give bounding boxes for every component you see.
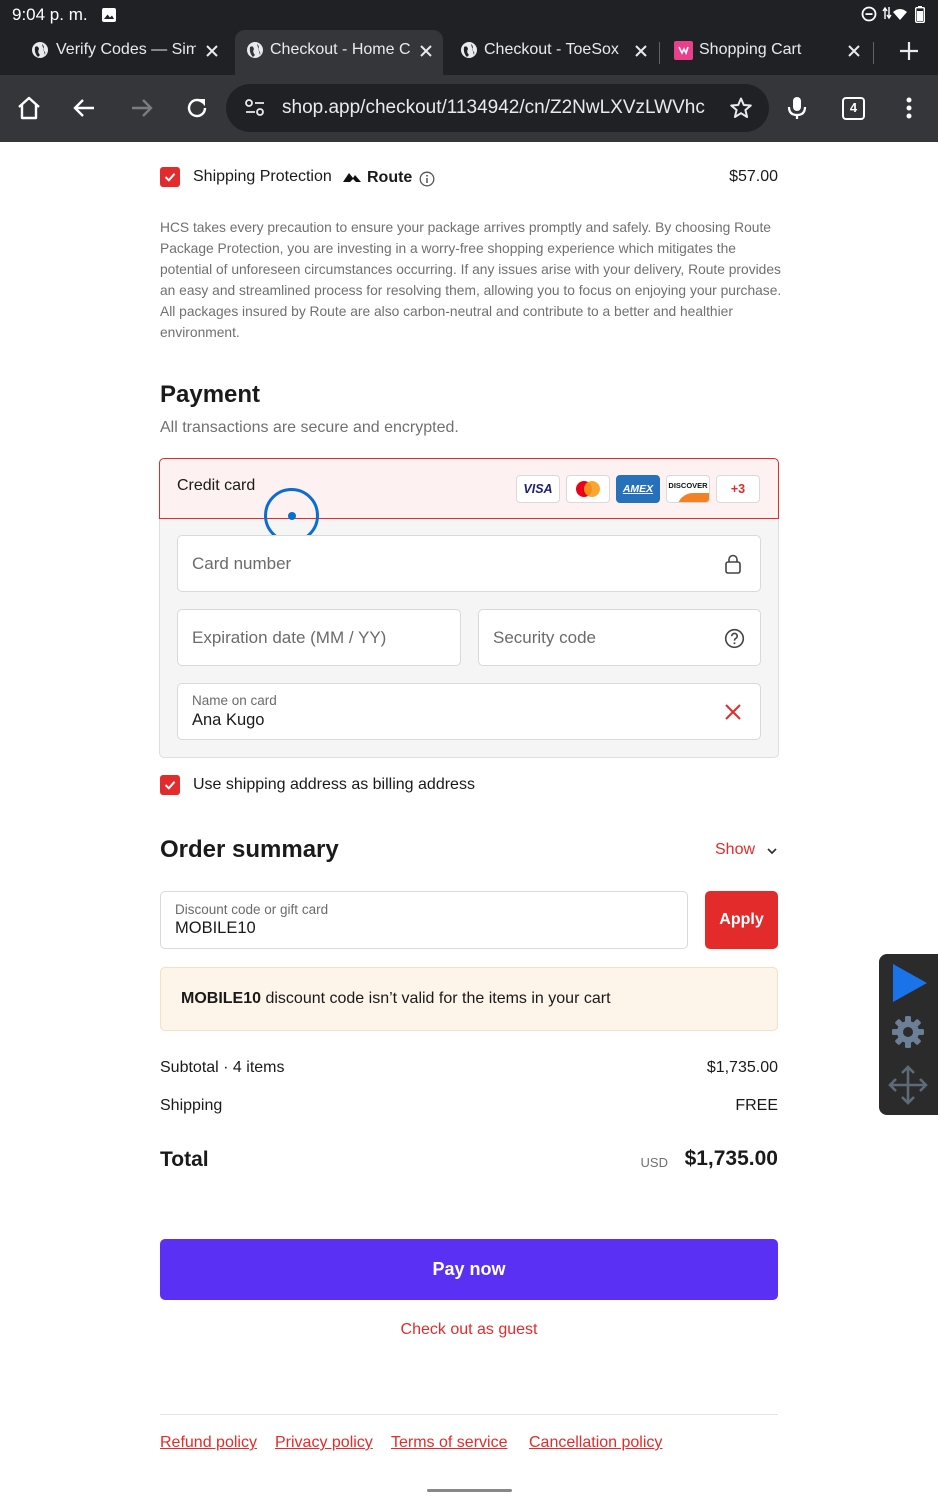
payment-subtitle: All transactions are secure and encrypte… [160, 419, 459, 436]
apply-button[interactable]: Apply [705, 891, 778, 949]
billing-address-label[interactable]: Use shipping address as billing address [193, 776, 475, 794]
shipping-value: FREE [735, 1097, 778, 1114]
tab-strip: Verify Codes — Sim Checkout - Home C Che… [0, 30, 938, 75]
payment-heading: Payment [160, 381, 261, 408]
cancellation-policy-link[interactable]: Cancellation policy [529, 1434, 662, 1452]
mastercard-icon [566, 475, 610, 503]
battery-icon [915, 6, 925, 23]
url-text[interactable]: shop.app/checkout/1134942/cn/Z2NwLXVzLWV… [282, 97, 707, 119]
back-arrow-icon[interactable] [71, 94, 99, 122]
shipping-protection-checkbox[interactable] [160, 167, 180, 187]
tab-count: 4 [849, 100, 858, 115]
tab-separator [659, 42, 660, 64]
globe-icon [247, 42, 263, 58]
shipping-protection-label: Shipping Protection [193, 168, 332, 185]
discover-card-icon: DISCOVER [666, 475, 710, 503]
play-icon[interactable] [889, 962, 929, 1004]
wifi-data-icon [882, 6, 907, 20]
tab-checkout-home[interactable]: Checkout - Home C [235, 30, 443, 75]
checkout-page: Shipping Protection Route $57.00 HCS tak… [0, 142, 938, 1500]
chevron-down-icon [767, 848, 777, 855]
address-bar[interactable]: shop.app/checkout/1134942/cn/Z2NwLXVzLWV… [226, 84, 769, 132]
close-icon[interactable] [629, 39, 653, 63]
show-summary-toggle[interactable]: Show [715, 841, 777, 859]
credit-card-label: Credit card [177, 477, 256, 494]
discount-code-value: MOBILE10 [175, 919, 256, 937]
total-label: Total [160, 1148, 209, 1171]
forward-arrow-icon[interactable] [127, 94, 155, 122]
pay-now-button[interactable]: Pay now [160, 1239, 778, 1300]
home-icon[interactable] [15, 94, 43, 122]
gear-icon[interactable] [890, 1014, 926, 1050]
shipping-protection-description: HCS takes every precaution to ensure you… [160, 220, 782, 340]
error-code: MOBILE10 [181, 990, 262, 1007]
bookmark-star-icon[interactable] [729, 96, 753, 120]
tab-title: Checkout - ToeSox [484, 41, 619, 58]
tab-verify-codes[interactable]: Verify Codes — Sim [22, 30, 232, 75]
tab-separator [873, 42, 874, 64]
shipping-protection-price: $57.00 [729, 168, 778, 185]
move-arrows-icon[interactable] [887, 1064, 929, 1106]
guest-checkout-link[interactable]: Check out as guest [160, 1321, 778, 1339]
close-icon[interactable] [414, 39, 438, 63]
shipping-label: Shipping [160, 1097, 223, 1114]
lock-icon [725, 554, 741, 574]
microphone-icon[interactable] [783, 94, 811, 122]
total-value: $1,735.00 [684, 1147, 778, 1170]
subtotal-label: Subtotal · 4 items [160, 1059, 285, 1076]
status-time: 9:04 p. m. [12, 5, 88, 24]
more-menu-icon[interactable] [895, 94, 923, 122]
info-icon[interactable] [419, 171, 435, 187]
credit-card-option[interactable]: Credit card VISA AMEX DISCOVER +3 [159, 458, 779, 519]
tab-title: Verify Codes — Sim [56, 41, 196, 58]
image-notification-icon [102, 8, 116, 22]
reload-icon[interactable] [183, 94, 211, 122]
route-logo-icon [343, 173, 361, 182]
help-question-icon[interactable] [724, 628, 745, 649]
visa-card-icon: VISA [516, 475, 560, 503]
footer-divider [160, 1414, 778, 1415]
close-icon[interactable] [200, 39, 224, 63]
privacy-policy-link[interactable]: Privacy policy [275, 1434, 373, 1452]
tab-title: Shopping Cart [699, 41, 802, 58]
name-on-card-value: Ana Kugo [192, 711, 265, 729]
globe-icon [461, 42, 477, 58]
globe-icon [32, 42, 48, 58]
tab-checkout-toesox[interactable]: Checkout - ToeSox [450, 30, 660, 75]
status-bar: 9:04 p. m. [0, 0, 938, 30]
site-settings-icon[interactable] [244, 98, 266, 118]
do-not-disturb-icon [861, 6, 877, 22]
close-icon[interactable] [842, 39, 866, 63]
tab-title: Checkout - Home C [270, 41, 410, 58]
discount-error-banner: MOBILE10 discount code isn’t valid for t… [160, 967, 778, 1031]
terms-of-service-link[interactable]: Terms of service [391, 1434, 507, 1452]
new-tab-icon[interactable] [896, 38, 922, 64]
billing-address-checkbox[interactable] [160, 775, 180, 795]
order-summary-heading: Order summary [160, 836, 339, 863]
error-message: discount code isn’t valid for the items … [261, 990, 611, 1007]
amex-card-icon: AMEX [616, 475, 660, 503]
card-number-input[interactable]: Card number [177, 535, 761, 592]
discount-code-input[interactable]: Discount code or gift card MOBILE10 [160, 891, 688, 949]
clear-x-icon[interactable] [723, 702, 743, 722]
browser-toolbar: shop.app/checkout/1134942/cn/Z2NwLXVzLWV… [0, 75, 938, 142]
tab-switcher-button[interactable]: 4 [842, 97, 865, 120]
expiration-date-input[interactable]: Expiration date (MM / YY) [177, 609, 461, 666]
shop-logo-icon [674, 41, 693, 60]
route-brand: Route [367, 169, 413, 186]
security-code-input[interactable]: Security code [478, 609, 761, 666]
more-cards-badge: +3 [716, 475, 760, 503]
gesture-nav-bar [427, 1489, 512, 1492]
refund-policy-link[interactable]: Refund policy [160, 1434, 257, 1452]
tab-shopping-cart[interactable]: Shopping Cart [664, 30, 872, 75]
floating-controls [879, 954, 938, 1115]
subtotal-value: $1,735.00 [706, 1059, 778, 1076]
name-on-card-input[interactable]: Name on card Ana Kugo [177, 683, 761, 740]
